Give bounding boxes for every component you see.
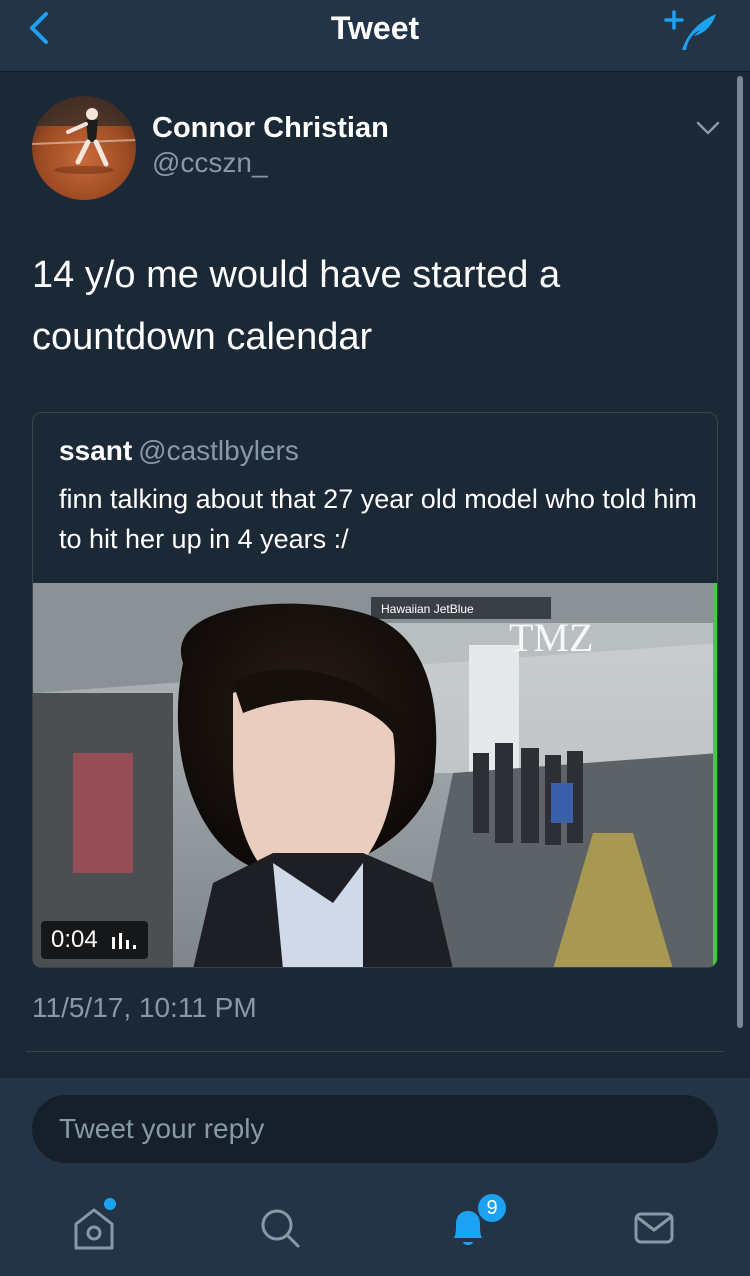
home-unread-dot xyxy=(104,1198,116,1210)
video-player[interactable]: Hawaiian JetBlue TMZ 0:04 xyxy=(33,583,717,967)
video-signage: Hawaiian JetBlue xyxy=(381,602,474,616)
quoted-author: ssant @castlbylers xyxy=(59,433,299,469)
video-duration-badge: 0:04 xyxy=(41,921,148,959)
avatar[interactable] xyxy=(32,96,136,200)
chevron-down-icon xyxy=(696,121,720,135)
tweet-timestamp: 11/5/17, 10:11 PM xyxy=(32,992,257,1023)
quoted-author-name: ssant xyxy=(59,435,133,466)
tab-messages[interactable] xyxy=(626,1200,682,1256)
scrollbar[interactable] xyxy=(737,76,743,1028)
mail-icon xyxy=(634,1212,674,1244)
quoted-tweet-card[interactable]: ssant @castlbylers finn talking about tha… xyxy=(32,412,718,968)
reply-bar xyxy=(0,1078,750,1182)
compose-tweet-button[interactable] xyxy=(664,6,720,54)
video-watermark: TMZ xyxy=(509,615,593,660)
author-name[interactable]: Connor Christian xyxy=(152,110,389,146)
page-title: Tweet xyxy=(330,10,420,46)
video-thumbnail: Hawaiian JetBlue TMZ xyxy=(33,583,717,967)
tweet-text: 14 y/o me would have started a countdown… xyxy=(32,254,561,358)
video-duration: 0:04 xyxy=(51,926,98,953)
bottom-tab-bar: 9 xyxy=(0,1182,750,1276)
search-icon xyxy=(261,1209,300,1248)
avatar-photo xyxy=(32,96,136,174)
compose-quill-icon xyxy=(664,10,716,50)
top-navigation-bar: Tweet xyxy=(0,0,750,72)
divider xyxy=(26,1051,724,1052)
quoted-author-handle: @castlbylers xyxy=(138,435,299,466)
quoted-tweet-text: finn talking about that 27 year old mode… xyxy=(59,484,697,554)
reply-input[interactable] xyxy=(32,1095,718,1163)
audio-bars-icon xyxy=(111,933,136,949)
tweet-options-button[interactable] xyxy=(692,116,724,140)
tab-search[interactable] xyxy=(252,1200,308,1256)
author-handle[interactable]: @ccszn_ xyxy=(152,146,268,180)
notifications-count-badge: 9 xyxy=(476,1192,508,1224)
